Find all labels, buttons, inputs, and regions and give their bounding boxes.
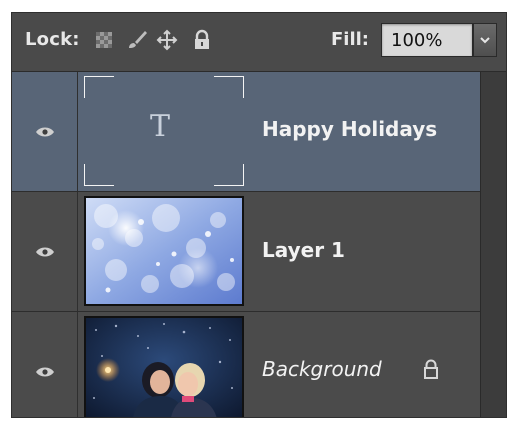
lock-image-pixels-brush-icon[interactable] xyxy=(126,29,148,51)
fill-label: Fill: xyxy=(331,29,370,50)
lock-label: Lock: xyxy=(25,29,80,50)
lock-transparent-pixels-icon[interactable] xyxy=(93,29,115,51)
eye-icon xyxy=(35,247,54,256)
chevron-down-icon xyxy=(480,37,490,44)
padlock-icon xyxy=(422,358,440,384)
visibility-toggle[interactable] xyxy=(12,312,78,417)
lock-position-move-icon[interactable] xyxy=(156,29,178,51)
layer-row-background[interactable]: Background xyxy=(12,312,480,417)
fill-value: 100% xyxy=(391,30,443,51)
lock-all-padlock-icon[interactable] xyxy=(191,29,213,51)
layers-scrollbar[interactable] xyxy=(480,72,506,417)
lock-fill-bar: Lock: Fill: 100% xyxy=(12,13,506,72)
layer-row-happy-holidays[interactable]: T Happy Holidays xyxy=(12,72,480,192)
layers-list: T Happy Holidays Layer 1 Background xyxy=(12,72,506,417)
text-layer-thumbnail[interactable]: T xyxy=(83,75,245,187)
layer-name[interactable]: Happy Holidays xyxy=(262,117,437,141)
visibility-toggle[interactable] xyxy=(12,192,78,311)
visibility-toggle[interactable] xyxy=(12,72,78,191)
bokeh-layer-thumbnail[interactable] xyxy=(84,196,244,306)
eye-icon xyxy=(35,127,54,136)
text-type-glyph: T xyxy=(150,109,171,144)
fill-opacity-field[interactable]: 100% xyxy=(381,23,473,57)
fill-dropdown-button[interactable] xyxy=(473,23,497,57)
layer-name[interactable]: Layer 1 xyxy=(262,238,345,262)
layers-panel: Lock: Fill: 100% T Happy Holidays Layer … xyxy=(11,12,507,418)
photo-layer-thumbnail[interactable] xyxy=(84,316,244,417)
layer-row-layer-1[interactable]: Layer 1 xyxy=(12,192,480,312)
layer-name[interactable]: Background xyxy=(262,357,382,381)
eye-icon xyxy=(35,367,54,376)
